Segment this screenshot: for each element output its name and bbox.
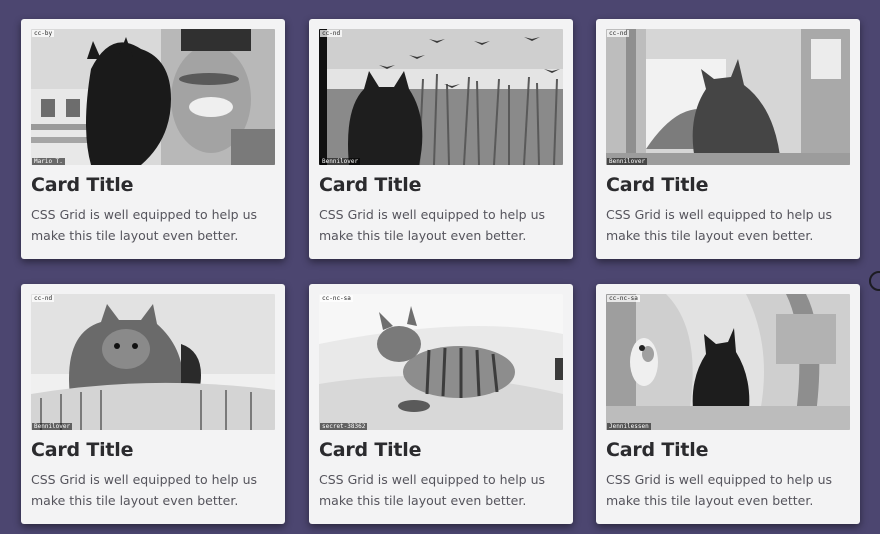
card-image: cc-by Mario T. (31, 29, 275, 165)
card-image: cc-nd Bennilover (319, 29, 563, 165)
card-title: Card Title (319, 439, 422, 461)
license-badge: cc-nd (320, 30, 343, 37)
license-badge: cc-nd (607, 30, 630, 37)
card[interactable]: cc-by Mario T. Card Title CSS Grid is we… (21, 19, 285, 259)
card[interactable]: cc-nc-sa secret-38362 Card Title CSS Gri… (309, 284, 573, 524)
card-title: Card Title (606, 439, 709, 461)
card[interactable]: cc-nd Bennilover Card Title CSS Grid is … (309, 19, 573, 259)
scroll-handle[interactable] (869, 271, 880, 291)
card-description: CSS Grid is well equipped to help us mak… (31, 472, 258, 508)
card-title: Card Title (319, 174, 422, 196)
license-badge: cc-nd (32, 295, 55, 302)
photo-credit: Bennilover (320, 158, 361, 165)
card[interactable]: cc-nd Bennilover Card Title CSS Grid is … (21, 284, 285, 524)
card[interactable]: cc-nd Bennilover Card Title CSS Grid is … (596, 19, 860, 259)
card-description: CSS Grid is well equipped to help us mak… (319, 207, 546, 243)
card-image: cc-nc-sa Jennilessen (606, 294, 850, 430)
card-image: cc-nc-sa secret-38362 (319, 294, 563, 430)
photo-credit: Mario T. (32, 158, 65, 165)
card-description: CSS Grid is well equipped to help us mak… (319, 472, 546, 508)
license-badge: cc-nc-sa (320, 295, 353, 302)
card-description: CSS Grid is well equipped to help us mak… (31, 207, 258, 243)
photo-credit: secret-38362 (320, 423, 368, 430)
card-description: CSS Grid is well equipped to help us mak… (606, 207, 833, 243)
card-title: Card Title (31, 174, 134, 196)
license-badge: cc-nc-sa (607, 295, 640, 302)
license-badge: cc-by (32, 30, 55, 37)
photo-credit: Bennilover (32, 423, 73, 430)
card[interactable]: cc-nc-sa Jennilessen Card Title CSS Grid… (596, 284, 860, 524)
card-title: Card Title (606, 174, 709, 196)
photo-credit: Bennilover (607, 158, 648, 165)
card-image: cc-nd Bennilover (606, 29, 850, 165)
card-title: Card Title (31, 439, 134, 461)
photo-credit: Jennilessen (607, 423, 651, 430)
card-grid: cc-by Mario T. Card Title CSS Grid is we… (0, 0, 880, 534)
card-image: cc-nd Bennilover (31, 294, 275, 430)
card-description: CSS Grid is well equipped to help us mak… (606, 472, 833, 508)
